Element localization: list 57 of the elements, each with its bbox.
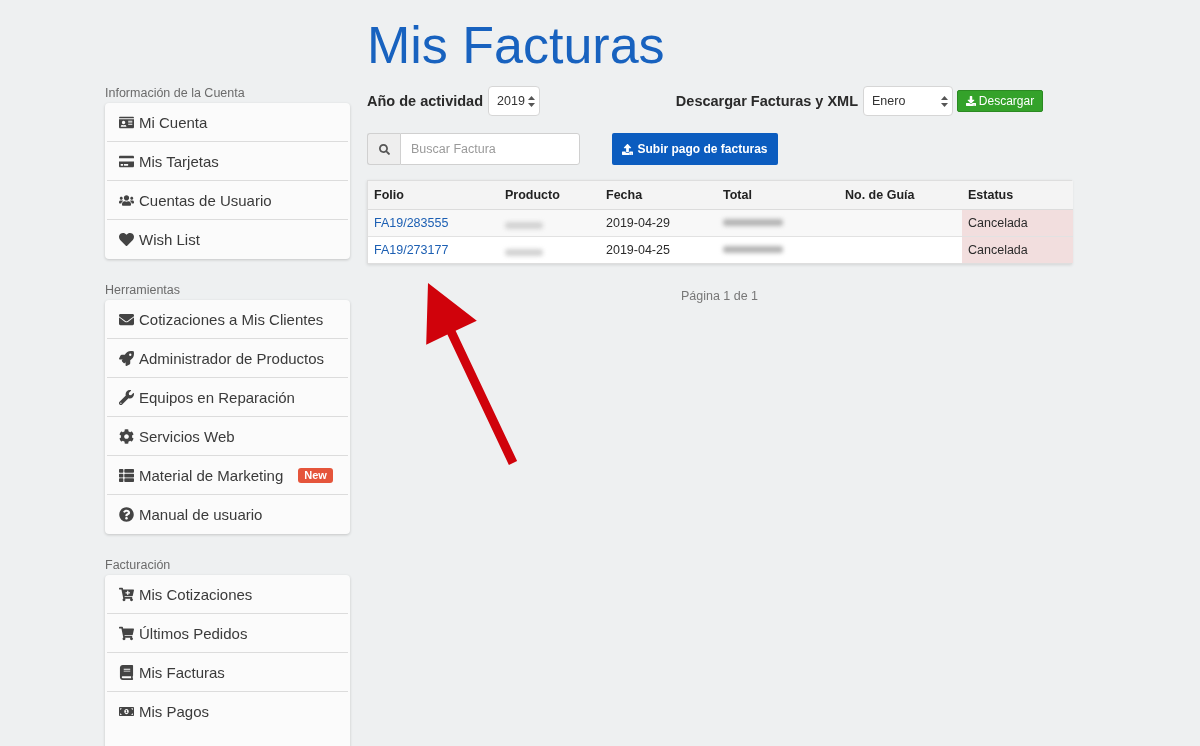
sidebar-item[interactable]: Servicios Web (107, 417, 348, 456)
table-cell: 2019-04-29 (600, 209, 717, 236)
sidebar-item[interactable]: Mis Pagos (107, 692, 348, 731)
download-label: Descargar Facturas y XML (675, 93, 858, 109)
invoice-link[interactable]: FA19/283555 (374, 215, 449, 230)
envelope-icon (119, 311, 134, 327)
updown-caret-icon (528, 95, 536, 107)
sidebar-item[interactable]: Wish List (107, 220, 348, 259)
month-select[interactable]: Enero (863, 86, 953, 116)
updown-caret-icon (941, 95, 948, 107)
id-card-icon (119, 114, 134, 130)
status-cell: Cancelada (962, 236, 1073, 263)
column-header: Fecha (600, 181, 717, 209)
upload-button[interactable]: Subir pago de facturas (612, 133, 778, 165)
sidebar-item[interactable]: Equipos en Reparación (107, 378, 348, 417)
sidebar-item[interactable]: Mis Tarjetas (107, 142, 348, 181)
list-icon (119, 467, 134, 483)
column-header: Folio (368, 181, 499, 209)
book-icon (119, 664, 134, 680)
cart-icon (119, 625, 134, 641)
table-cell: 2019-04-25 (600, 236, 717, 263)
wrench-icon (119, 389, 134, 405)
section-heading: Información de la Cuenta (105, 86, 246, 100)
cart-plus-icon (119, 586, 134, 602)
invoice-link[interactable]: FA19/273177 (374, 242, 449, 257)
section-heading: Facturación (105, 558, 172, 572)
column-header: Estatus (962, 181, 1073, 209)
search-icon (378, 143, 390, 155)
sidebar-item[interactable]: Cotizaciones a Mis Clientes (107, 300, 348, 339)
new-badge: New (298, 467, 333, 483)
sidebar-item[interactable]: Mi Cuenta (107, 103, 348, 142)
banknote-icon (119, 704, 134, 719)
year-label: Año de actividad (367, 93, 484, 109)
upload-icon (622, 143, 634, 155)
section-heading: Herramientas (105, 283, 182, 297)
column-header: Total (717, 181, 839, 209)
search-field[interactable]: Buscar Factura (400, 133, 580, 165)
column-header: No. de Guía (839, 181, 962, 209)
column-header: Producto (499, 181, 600, 209)
users-icon (119, 192, 134, 208)
sidebar-item[interactable]: Material de Marketing New (107, 456, 348, 495)
sidebar-item[interactable]: Cuentas de Usuario (107, 181, 348, 220)
sidebar-item[interactable]: Manual de usuario (107, 495, 348, 534)
download-icon (965, 96, 976, 106)
sidebar-item[interactable]: Últimos Pedidos (107, 614, 348, 653)
settings-icon (119, 428, 134, 444)
status-cell: Cancelada (962, 209, 1073, 236)
heart-icon (119, 232, 134, 247)
sidebar-item[interactable]: Administrador de Productos (107, 339, 348, 378)
credit-card-icon (119, 153, 134, 169)
page-title: Mis Facturas (367, 15, 665, 75)
sidebar-item[interactable]: Mis Facturas (107, 653, 348, 692)
year-select[interactable]: 2019 (488, 86, 541, 116)
pagination-text: Página 1 de 1 (680, 289, 759, 303)
help-icon (119, 507, 134, 522)
rocket-icon (119, 350, 134, 366)
sidebar-item[interactable]: Mis Cotizaciones (107, 575, 348, 614)
